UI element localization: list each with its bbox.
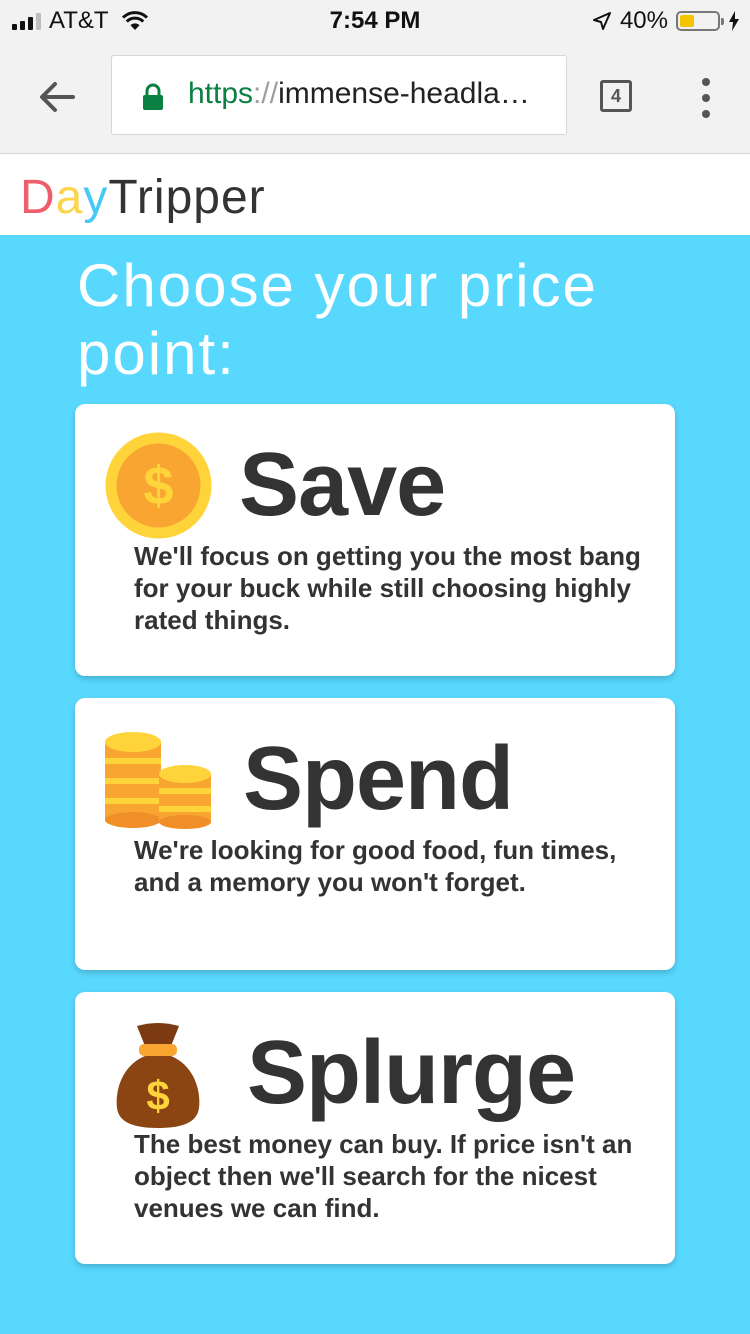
gold-coin-icon: $ bbox=[105, 432, 212, 539]
option-title: Save bbox=[239, 435, 446, 535]
battery-fill bbox=[680, 15, 695, 27]
menu-dot bbox=[702, 110, 710, 118]
menu-dot bbox=[702, 94, 710, 102]
browser-toolbar: https://immense-headla… 4 bbox=[0, 40, 750, 154]
site-header: DayTripper bbox=[0, 154, 750, 235]
svg-text:$: $ bbox=[143, 456, 173, 516]
option-title: Spend bbox=[243, 729, 514, 829]
back-button[interactable] bbox=[36, 76, 78, 118]
url-scheme: https bbox=[188, 77, 254, 110]
daytripper-logo[interactable]: DayTripper bbox=[20, 170, 266, 225]
url-text[interactable]: https://immense-headla… bbox=[188, 77, 558, 111]
logo-letter-d: D bbox=[20, 171, 56, 224]
url-host: immense-headla… bbox=[278, 77, 530, 110]
overflow-menu-button[interactable] bbox=[696, 78, 716, 118]
option-description: We're looking for good food, fun times, … bbox=[134, 835, 617, 897]
price-option-splurge-card[interactable]: $ Splurge The best money can buy. If pri… bbox=[75, 992, 675, 1264]
page-heading: Choose your price point: bbox=[77, 252, 598, 387]
charging-bolt-icon bbox=[729, 11, 739, 31]
status-right: 40% bbox=[592, 7, 740, 35]
svg-text:$: $ bbox=[146, 1072, 169, 1119]
status-bar: AT&T 7:54 PM 40% bbox=[0, 0, 750, 40]
url-separator: :// bbox=[253, 77, 279, 110]
option-description: The best money can buy. If price isn't a… bbox=[134, 1129, 633, 1223]
coin-stacks-icon bbox=[105, 732, 211, 829]
option-title: Splurge bbox=[247, 1023, 576, 1123]
battery-icon bbox=[676, 11, 724, 31]
lock-icon bbox=[143, 83, 163, 110]
money-bag-icon: $ bbox=[116, 1023, 200, 1128]
battery-percent: 40% bbox=[619, 7, 668, 34]
price-option-spend-card[interactable]: Spend We're looking for good food, fun t… bbox=[75, 698, 675, 970]
logo-text-tripper: Tripper bbox=[108, 171, 266, 224]
location-arrow-icon bbox=[592, 12, 611, 30]
tab-switcher-button[interactable]: 4 bbox=[600, 80, 632, 112]
price-option-save-card[interactable]: $ Save We'll focus on getting you the mo… bbox=[75, 404, 675, 676]
option-description: We'll focus on getting you the most bang… bbox=[134, 541, 641, 635]
address-bar[interactable]: https://immense-headla… bbox=[111, 55, 567, 135]
back-arrow-icon bbox=[40, 82, 75, 112]
logo-letter-y: y bbox=[83, 171, 109, 224]
menu-dot bbox=[702, 78, 710, 86]
logo-letter-a: a bbox=[55, 171, 84, 224]
